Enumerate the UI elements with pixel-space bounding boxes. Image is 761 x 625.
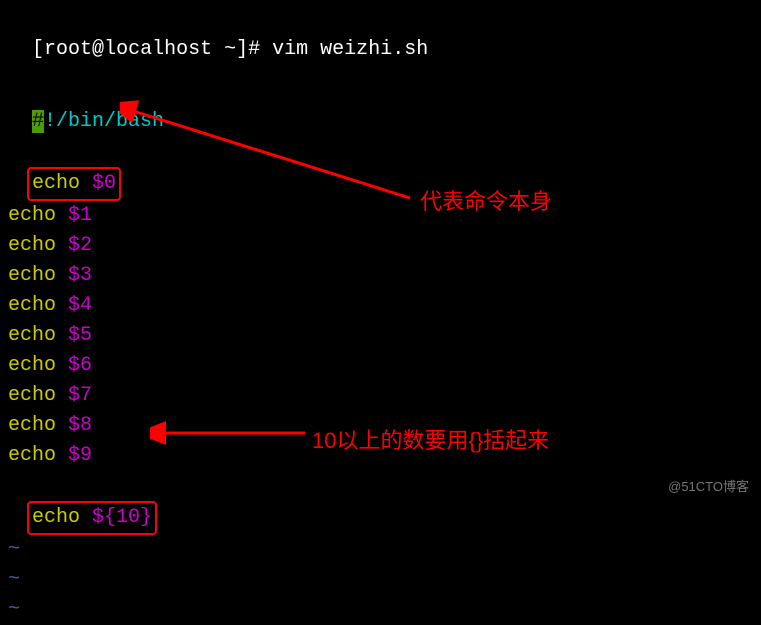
prompt-path: ~	[224, 38, 236, 61]
script-line-4: echo $4	[8, 291, 753, 321]
prompt-symbol: #	[248, 38, 260, 61]
vim-tilde: ~	[8, 535, 753, 565]
shebang-line: #!/bin/bash	[8, 77, 753, 137]
annotation-1: 代表命令本身	[420, 184, 552, 216]
highlight-box-0: echo $0	[27, 167, 121, 201]
vim-tilde: ~	[8, 595, 753, 625]
script-line-5: echo $5	[8, 321, 753, 351]
vim-tilde: ~	[8, 565, 753, 595]
script-line-10: echo ${10}	[8, 471, 753, 535]
script-line-3: echo $3	[8, 261, 753, 291]
watermark: @51CTO博客	[668, 476, 749, 495]
script-line-6: echo $6	[8, 351, 753, 381]
script-line-0: echo $0	[8, 137, 753, 201]
highlight-box-10: echo ${10}	[27, 501, 157, 535]
script-line-7: echo $7	[8, 381, 753, 411]
script-line-1: echo $1	[8, 201, 753, 231]
cursor: #	[32, 110, 44, 133]
prompt-user: root	[44, 38, 92, 61]
prompt-command: vim weizhi.sh	[272, 38, 428, 61]
script-line-2: echo $2	[8, 231, 753, 261]
annotation-2: 10以上的数要用{}括起来	[312, 423, 549, 455]
shell-prompt: [root@localhost ~]# vim weizhi.sh	[8, 5, 753, 65]
prompt-host: localhost	[104, 38, 212, 61]
